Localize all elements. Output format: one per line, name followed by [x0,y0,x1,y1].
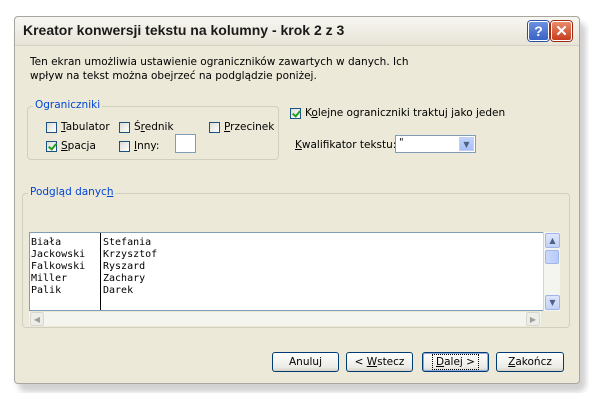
tab-label: Tabulator [61,121,110,133]
scroll-thumb[interactable] [545,250,559,264]
space-checkbox-box[interactable] [46,140,57,152]
comma-checkbox-box[interactable] [209,121,220,133]
next-button[interactable]: Dalej > [422,352,489,372]
preview-row: Palik Darek [31,285,134,296]
horizontal-scrollbar[interactable]: ◀ ▶ [29,312,541,326]
qualifier-value: " [399,137,404,148]
qualifier-select[interactable]: " ▼ [395,135,476,153]
wizard-dialog: Kreator konwersji tekstu na kolumny - kr… [14,16,580,384]
scroll-right-icon[interactable]: ▶ [526,312,540,326]
preview-row: Biała Stefania [31,237,152,248]
semicolon-checkbox-box[interactable] [119,121,130,133]
other-checkbox[interactable]: Inny: [119,140,159,152]
scroll-left-icon[interactable]: ◀ [30,312,44,326]
scroll-down-icon[interactable]: ▼ [545,295,560,310]
semicolon-label: Średnik [134,121,174,133]
preview-row: Falkowski Ryszard [31,261,146,272]
help-icon: ? [534,23,543,39]
tab-checkbox-box[interactable] [46,121,57,133]
delimiters-legend: Ograniczniki [33,99,103,111]
consecutive-label: Kolejne ograniczniki traktuj jako jeden [305,107,506,119]
space-label: Spacja [61,140,96,152]
consecutive-checkbox-box[interactable] [290,107,301,119]
other-delimiter-input[interactable] [175,134,196,153]
preview-row: Jackowski Krzysztof [31,249,158,260]
space-checkbox[interactable]: Spacja [46,140,96,152]
tab-checkbox[interactable]: Tabulator [46,121,110,133]
comma-checkbox[interactable]: Przecinek [209,121,274,133]
qualifier-label: Kwalifikator tekstu: [295,139,397,151]
vertical-scrollbar[interactable]: ▲ ▼ [543,232,560,311]
cancel-button[interactable]: Anuluj [272,352,339,372]
description-text: Ten ekran umożliwia ustawienie ograniczn… [30,56,409,82]
close-icon: ✕ [555,23,568,40]
column-divider[interactable] [100,233,101,310]
back-button[interactable]: < Wstecz [346,352,413,372]
other-checkbox-box[interactable] [119,140,130,152]
preview-row: Miller Zachary [31,273,146,284]
consecutive-checkbox[interactable]: Kolejne ograniczniki traktuj jako jeden [290,107,505,119]
title-bar[interactable]: Kreator konwersji tekstu na kolumny - kr… [15,17,579,46]
comma-label: Przecinek [224,121,275,133]
semicolon-checkbox[interactable]: Średnik [119,121,174,133]
data-preview[interactable]: Biała Stefania Jackowski Krzysztof Falkows… [29,232,558,311]
finish-button[interactable]: Zakończ [496,352,564,372]
preview-legend: Podgląd danych [28,186,116,198]
close-button[interactable]: ✕ [551,21,572,41]
chevron-down-icon[interactable]: ▼ [459,137,474,151]
window-title: Kreator konwersji tekstu na kolumny - kr… [23,22,345,38]
scroll-up-icon[interactable]: ▲ [545,233,560,248]
other-label: Inny: [134,140,160,152]
help-button[interactable]: ? [528,21,549,41]
